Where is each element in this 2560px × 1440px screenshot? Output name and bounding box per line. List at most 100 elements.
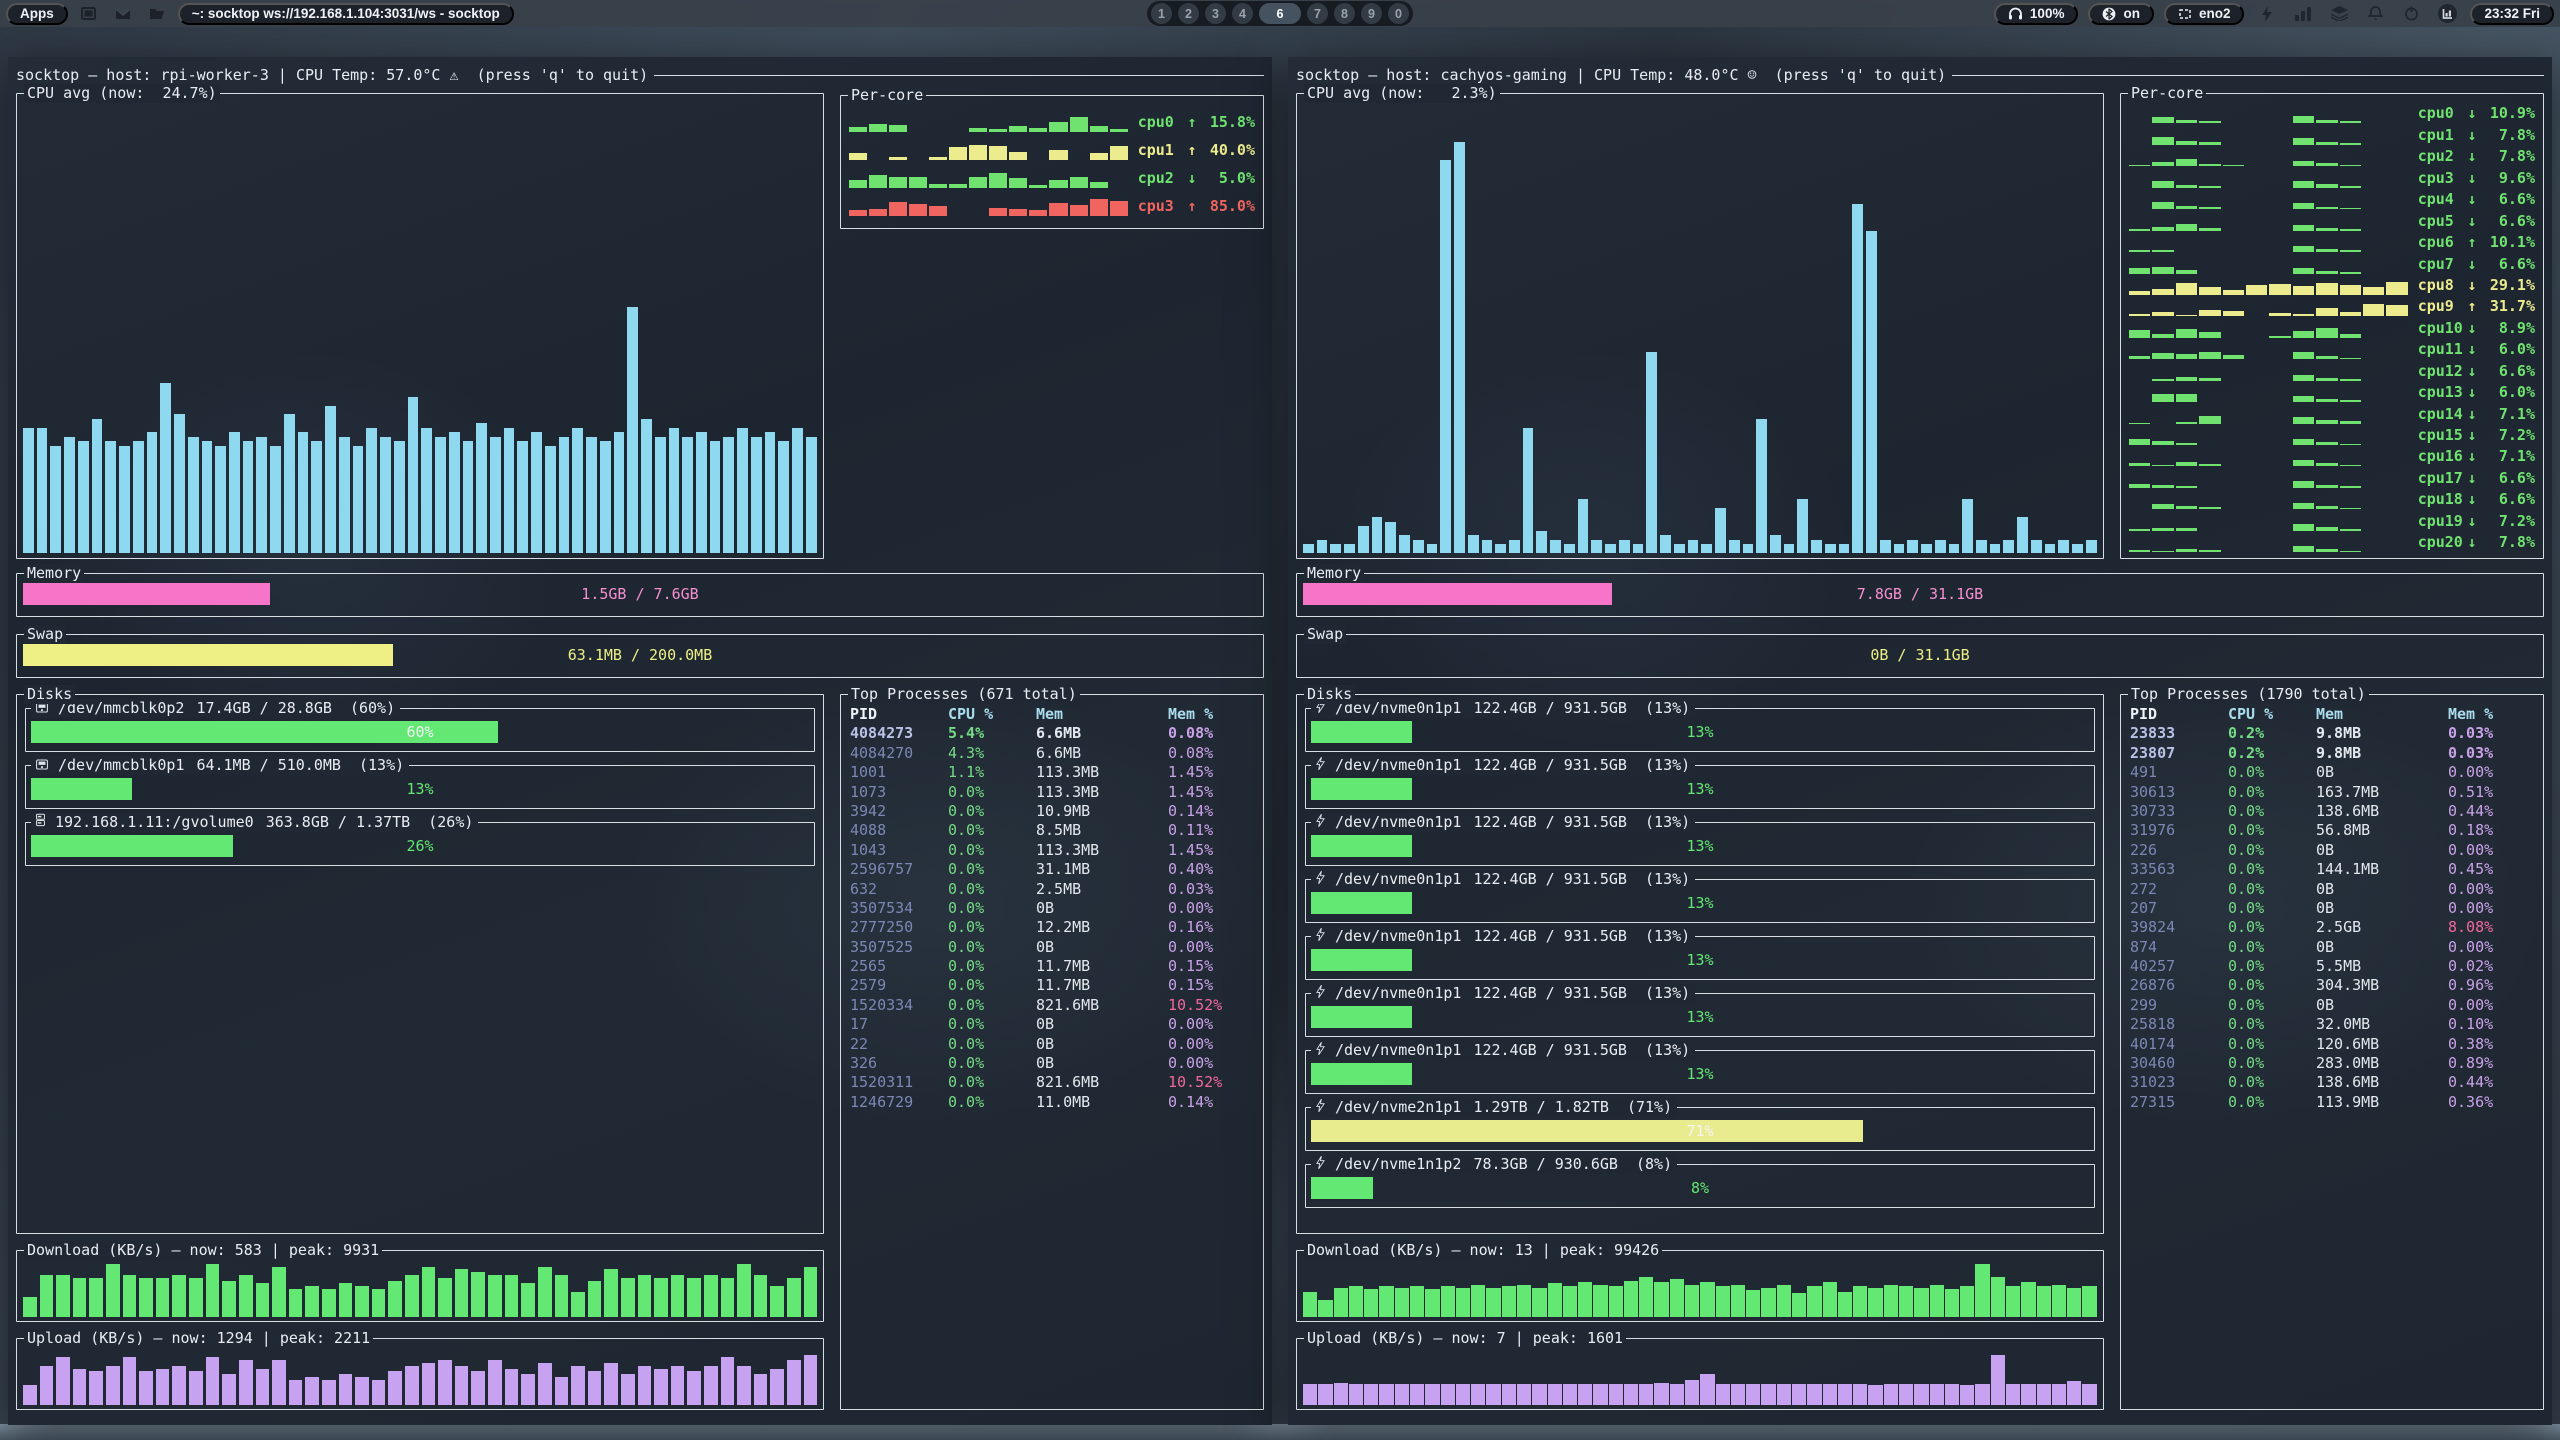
cpu-history-bar (1399, 535, 1410, 553)
window-icon[interactable] (76, 3, 102, 25)
network-pill[interactable]: eno2 (2164, 3, 2245, 25)
cpu-history-bar (1578, 499, 1589, 553)
download-label: Download (KB/s) — now: 13 | peak: 99426 (1304, 1241, 1662, 1260)
upload-bar (505, 1369, 519, 1405)
upload-bar (1930, 1384, 1944, 1405)
core-row-cpu2: cpu2↓5.0% (849, 160, 1255, 188)
download-bar (638, 1275, 652, 1317)
cpu-history-bar (627, 307, 638, 553)
download-bar (1716, 1286, 1730, 1317)
cpu-history-bar (1440, 160, 1451, 553)
upload-bar (322, 1380, 336, 1405)
cpu-history-bar (229, 432, 240, 553)
download-bar (189, 1278, 203, 1317)
disk-entry-header: /dev/nvme0n1p1122.4GB / 931.5GB (13%) (1311, 813, 1695, 832)
core-sparkline (2129, 274, 2418, 295)
core-sparkline (2129, 166, 2418, 187)
download-bar (106, 1264, 120, 1317)
disk-usage-percent: 8% (1311, 1177, 2089, 1199)
upload-bar (571, 1366, 585, 1405)
power-icon[interactable] (2398, 3, 2424, 25)
disk-usage-info: 122.4GB / 931.5GB (13%) (1473, 984, 1690, 1003)
cpu-history-bar (614, 432, 625, 553)
signal-bars-icon[interactable] (2290, 3, 2316, 25)
upload-bar (256, 1369, 270, 1405)
mail-icon[interactable] (110, 3, 136, 25)
process-row: 170.0%0B0.00% (841, 1015, 1263, 1034)
swap-box: Swap 63.1MB / 200.0MB (16, 634, 1264, 678)
terminal-title-pill[interactable]: ~: socktop ws://192.168.1.104:3031/ws - … (178, 3, 514, 25)
ethernet-icon (2178, 8, 2192, 20)
usage-chart-icon[interactable] (2434, 3, 2460, 25)
bell-icon[interactable] (2362, 3, 2388, 25)
workspace-button-2[interactable]: 2 (1178, 3, 1199, 24)
workspace-button-3[interactable]: 3 (1205, 3, 1226, 24)
upload-bar (1548, 1384, 1562, 1405)
download-bar (1318, 1300, 1332, 1317)
cpu-history-bar (1770, 535, 1781, 553)
layers-icon[interactable] (2326, 3, 2352, 25)
workspace-button-4[interactable]: 4 (1232, 3, 1253, 24)
cpu-history-bar (2058, 540, 2069, 553)
download-bar (704, 1275, 718, 1317)
network-name: eno2 (2199, 6, 2231, 21)
disk-usage-info: 17.4GB / 28.8GB (60%) (196, 699, 395, 718)
cpu-history-bar (1646, 352, 1657, 553)
apps-button[interactable]: Apps (6, 3, 68, 25)
disk-entry: /dev/mmcblk0p217.4GB / 28.8GB (60%)60% (25, 708, 815, 752)
cpu-history-bar (394, 441, 405, 553)
upload-bar (339, 1374, 353, 1405)
core-sparkline (2129, 338, 2418, 359)
core-label: cpu3↑85.0% (1138, 196, 1255, 216)
volume-pill[interactable]: 100% (1994, 3, 2079, 25)
cpu-history-bar (298, 432, 309, 553)
cpu-history-bar (1935, 540, 1946, 553)
workspace-button-6[interactable]: 6 (1259, 3, 1301, 24)
upload-bar (1716, 1384, 1730, 1405)
workspace-button-7[interactable]: 7 (1307, 3, 1328, 24)
spark-bar (1009, 209, 1027, 216)
socktop-window-right[interactable]: socktop — host: cachyos-gaming | CPU Tem… (1288, 57, 2552, 1425)
bluetooth-pill[interactable]: on (2088, 3, 2154, 25)
clock-pill[interactable]: 23:32 Fri (2470, 3, 2554, 25)
upload-bar (604, 1363, 618, 1405)
upload-bar (1486, 1384, 1500, 1405)
workspace-button-0[interactable]: 0 (1388, 3, 1409, 24)
disk-usage-percent: 26% (31, 835, 809, 857)
core-row-cpu19: cpu19↓7.2% (2129, 509, 2535, 530)
workspace-button-9[interactable]: 9 (1361, 3, 1382, 24)
upload-bar (1593, 1384, 1607, 1405)
workspace-button-8[interactable]: 8 (1334, 3, 1355, 24)
upload-bar (438, 1360, 452, 1405)
socktop-window-left[interactable]: socktop — host: rpi-worker-3 | CPU Temp:… (8, 57, 1272, 1425)
bolt-icon[interactable] (2254, 3, 2280, 25)
disk-usage-bar: 13% (1311, 892, 2089, 914)
disk-entry: /dev/nvme1n1p278.3GB / 930.6GB (8%)8% (1305, 1164, 2095, 1208)
cpu-history-bar (1303, 544, 1314, 553)
core-row-cpu0: cpu0↑15.8% (849, 104, 1255, 132)
swap-box: Swap 0B / 31.1GB (1296, 634, 2544, 678)
core-label: cpu17↓6.6% (2418, 468, 2535, 488)
cpu-avg-box: CPU avg (now: 2.3%) (1296, 93, 2104, 559)
download-bar (488, 1275, 502, 1317)
upload-bar (1379, 1384, 1393, 1405)
download-bar (239, 1275, 253, 1317)
core-sparkline (2129, 488, 2418, 509)
upload-chart (1303, 1349, 2097, 1405)
folder-icon[interactable] (144, 3, 170, 25)
upload-bar (1502, 1384, 1516, 1405)
cpu-history-bar (1743, 544, 1754, 553)
download-bar (1868, 1288, 1882, 1317)
workspace-button-1[interactable]: 1 (1151, 3, 1172, 24)
upload-bar (2037, 1384, 2051, 1405)
upload-bar (1884, 1384, 1898, 1405)
core-row-cpu2: cpu2↓7.8% (2129, 145, 2535, 166)
cpu-history-bar (1839, 544, 1850, 553)
disk-entry: /dev/nvme0n1p1122.4GB / 931.5GB (13%)13% (1305, 708, 2095, 752)
upload-bar (388, 1371, 402, 1405)
per-core-list: cpu0↑15.8%cpu1↑40.0%cpu2↓5.0%cpu3↑85.0% (849, 104, 1255, 224)
top-processes-label: Top Processes (1790 total) (2128, 685, 2369, 704)
spark-bar (2316, 283, 2337, 295)
core-sparkline (2129, 231, 2418, 252)
download-bar (1425, 1289, 1439, 1317)
